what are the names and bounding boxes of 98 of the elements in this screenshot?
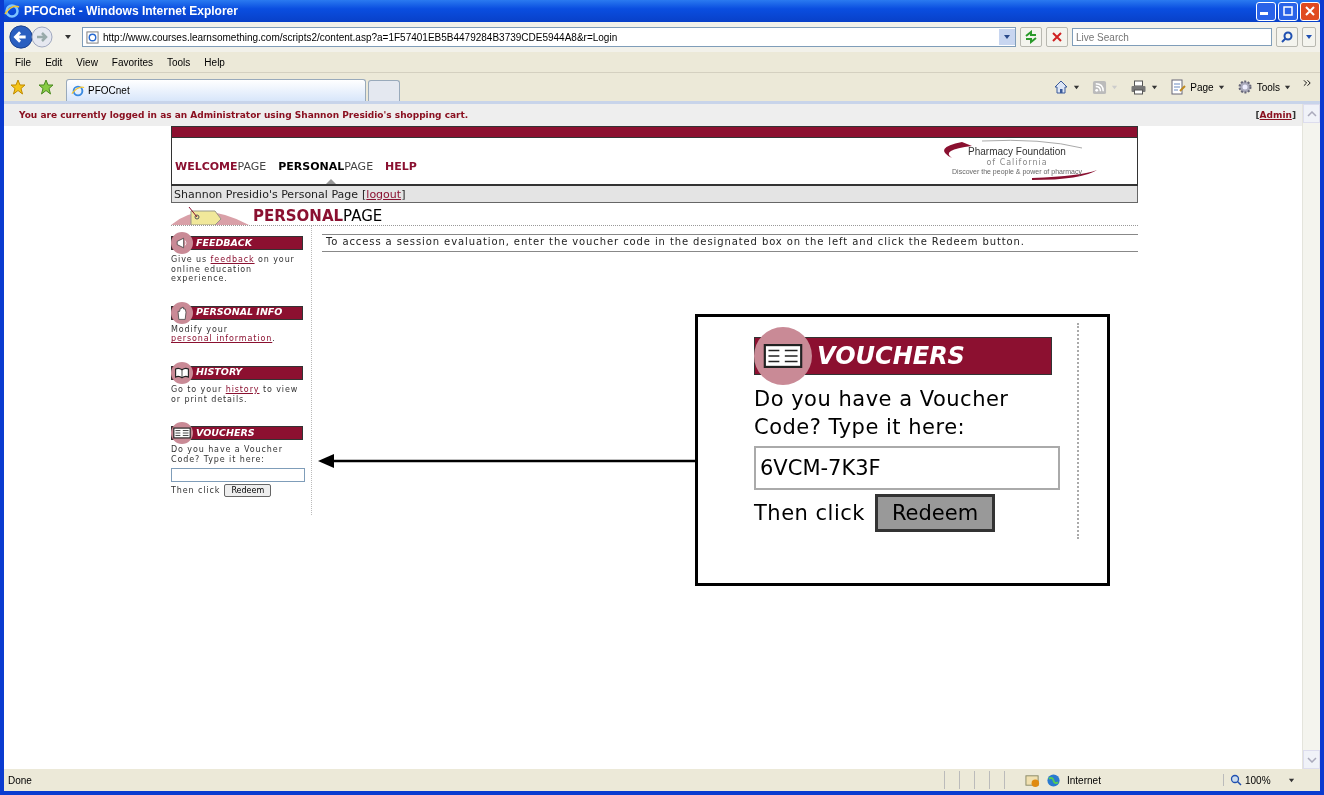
site-nav-link[interactable]: HELP — [379, 160, 423, 184]
security-zone-text: Internet — [1067, 774, 1102, 786]
print-button[interactable] — [1130, 79, 1159, 95]
caret-icon — [1305, 33, 1313, 41]
site-nav-link[interactable]: PERSONALPAGE — [272, 160, 380, 184]
callout-then-click-text: Then click — [754, 500, 865, 525]
menu-item[interactable]: View — [69, 56, 105, 68]
document-icon — [1170, 79, 1187, 95]
voucher-prompt: Do you have a Voucher Code? Type it here: — [171, 445, 284, 465]
minimize-button[interactable] — [1256, 1, 1276, 21]
section-link[interactable]: personal information — [171, 334, 273, 344]
status-text: Done — [8, 774, 33, 786]
chevron-up-icon — [1306, 110, 1317, 117]
maximize-icon — [1283, 6, 1293, 16]
search-field[interactable]: Live Search — [1072, 28, 1272, 46]
menu-item[interactable]: Help — [197, 56, 232, 68]
page-menu-button[interactable]: Page — [1170, 79, 1225, 95]
feed-icon — [1092, 79, 1108, 95]
caret-icon — [1073, 83, 1081, 91]
logo-name: Pharmacy Foundation — [968, 146, 1066, 158]
admin-link[interactable]: Admin — [1259, 110, 1292, 120]
close-button[interactable] — [1300, 1, 1320, 21]
bracket-text: [ — [362, 187, 367, 201]
voucher-icon — [754, 327, 812, 385]
voucher-input[interactable] — [171, 467, 305, 482]
tools-menu-button[interactable]: Tools — [1236, 79, 1291, 95]
browser-logo-icon — [71, 83, 85, 98]
section-link[interactable]: feedback — [210, 255, 255, 264]
protected-mode-icon — [1025, 772, 1040, 788]
menu-item[interactable]: Edit — [38, 56, 70, 68]
gear-icon — [1236, 79, 1253, 95]
callout-redeem-button[interactable]: Redeem — [874, 493, 996, 532]
browser-tab[interactable]: PFOCnet — [66, 79, 366, 101]
callout-section-title: VOUCHERS — [817, 342, 965, 370]
section-text: Modify your personal information. — [171, 324, 277, 344]
magnifier-icon — [1230, 774, 1242, 786]
search-button[interactable] — [1276, 27, 1298, 47]
section-title: HISTORY — [196, 366, 243, 378]
section-title: FEEDBACK — [196, 236, 252, 248]
megaphone-icon — [171, 232, 193, 254]
forward-button[interactable] — [30, 25, 54, 49]
caret-icon — [1151, 83, 1159, 91]
zoom-button[interactable]: 100% — [1223, 774, 1320, 786]
address-field[interactable]: http://www.courses.learnsomething.com/scripts2/content.asp?a=1F57401EB5B4479284B3739CDE5944A8&r=Login — [82, 27, 1016, 47]
voucher-icon — [171, 422, 193, 445]
close-icon — [1050, 30, 1064, 44]
site-nav-link[interactable]: WELCOMEPAGE — [175, 160, 273, 184]
caret-icon — [1111, 83, 1119, 91]
search-options-button[interactable] — [1302, 27, 1316, 47]
redeem-button[interactable]: Redeem — [224, 483, 272, 497]
chevron-icon[interactable] — [1303, 79, 1312, 87]
maximize-button[interactable] — [1278, 1, 1298, 21]
admin-notice: You are currently logged in as an Administrator using Shannon Presidio's shopping cart. — [19, 110, 470, 120]
section-title: VOUCHERS — [196, 426, 255, 438]
callout-voucher-input[interactable]: 6VCM-7K3F — [754, 445, 1060, 490]
dropdown-arrow-icon[interactable] — [64, 33, 72, 41]
caret-icon — [1287, 776, 1295, 784]
add-favorite-icon[interactable] — [38, 79, 54, 95]
hand-icon — [171, 301, 193, 324]
instruction-text: To access a session evaluation, enter the voucher code in the designated box on the left and click the Redeem button. — [322, 234, 1138, 252]
caret-icon — [1003, 33, 1011, 41]
refresh-icon — [1024, 30, 1038, 44]
callout-prompt: Do you have a Voucher Code? Type it here: — [754, 386, 1010, 442]
favorites-star-icon[interactable] — [10, 79, 26, 95]
close-icon — [1305, 6, 1315, 16]
caret-icon — [1284, 83, 1291, 91]
menu-item[interactable]: Favorites — [104, 56, 160, 68]
section-link[interactable]: history — [225, 384, 260, 394]
address-dropdown-button[interactable] — [999, 29, 1015, 45]
caret-icon — [1217, 83, 1225, 91]
refresh-button[interactable] — [1020, 27, 1042, 47]
window-title: PFOCnet - Windows Internet Explorer — [24, 4, 239, 18]
printer-icon — [1130, 79, 1148, 95]
back-button[interactable] — [8, 24, 34, 50]
house-icon — [1053, 79, 1070, 95]
page-heading: PERSONALPAGE — [253, 207, 383, 225]
section-title: PERSONAL INFO — [196, 306, 283, 318]
home-button[interactable] — [1053, 79, 1081, 95]
bracket-text: ] — [401, 187, 406, 201]
chevron-down-icon — [1306, 756, 1317, 763]
tag-icon — [171, 205, 251, 225]
menu-item[interactable]: Tools — [160, 56, 198, 68]
section-text: Go to your history to view or print details. — [171, 384, 300, 405]
browser-logo-icon — [4, 3, 20, 19]
page-icon — [86, 30, 99, 44]
search-icon — [1280, 30, 1294, 44]
section-text: Give us feedback on your online education experience. — [171, 255, 296, 284]
book-icon — [171, 361, 193, 384]
logo-subtitle: of California — [986, 158, 1048, 167]
bracket-text: [ — [1255, 110, 1260, 120]
menu-item[interactable]: File — [8, 56, 39, 68]
globe-icon — [1046, 772, 1061, 788]
user-page-title: Shannon Presidio's Personal Page — [174, 187, 359, 201]
stop-button[interactable] — [1046, 27, 1068, 47]
then-click-text: Then click — [171, 486, 221, 496]
logout-link[interactable]: logout — [366, 187, 402, 201]
bracket-text: ] — [1291, 110, 1296, 120]
minimize-icon — [1260, 12, 1268, 15]
